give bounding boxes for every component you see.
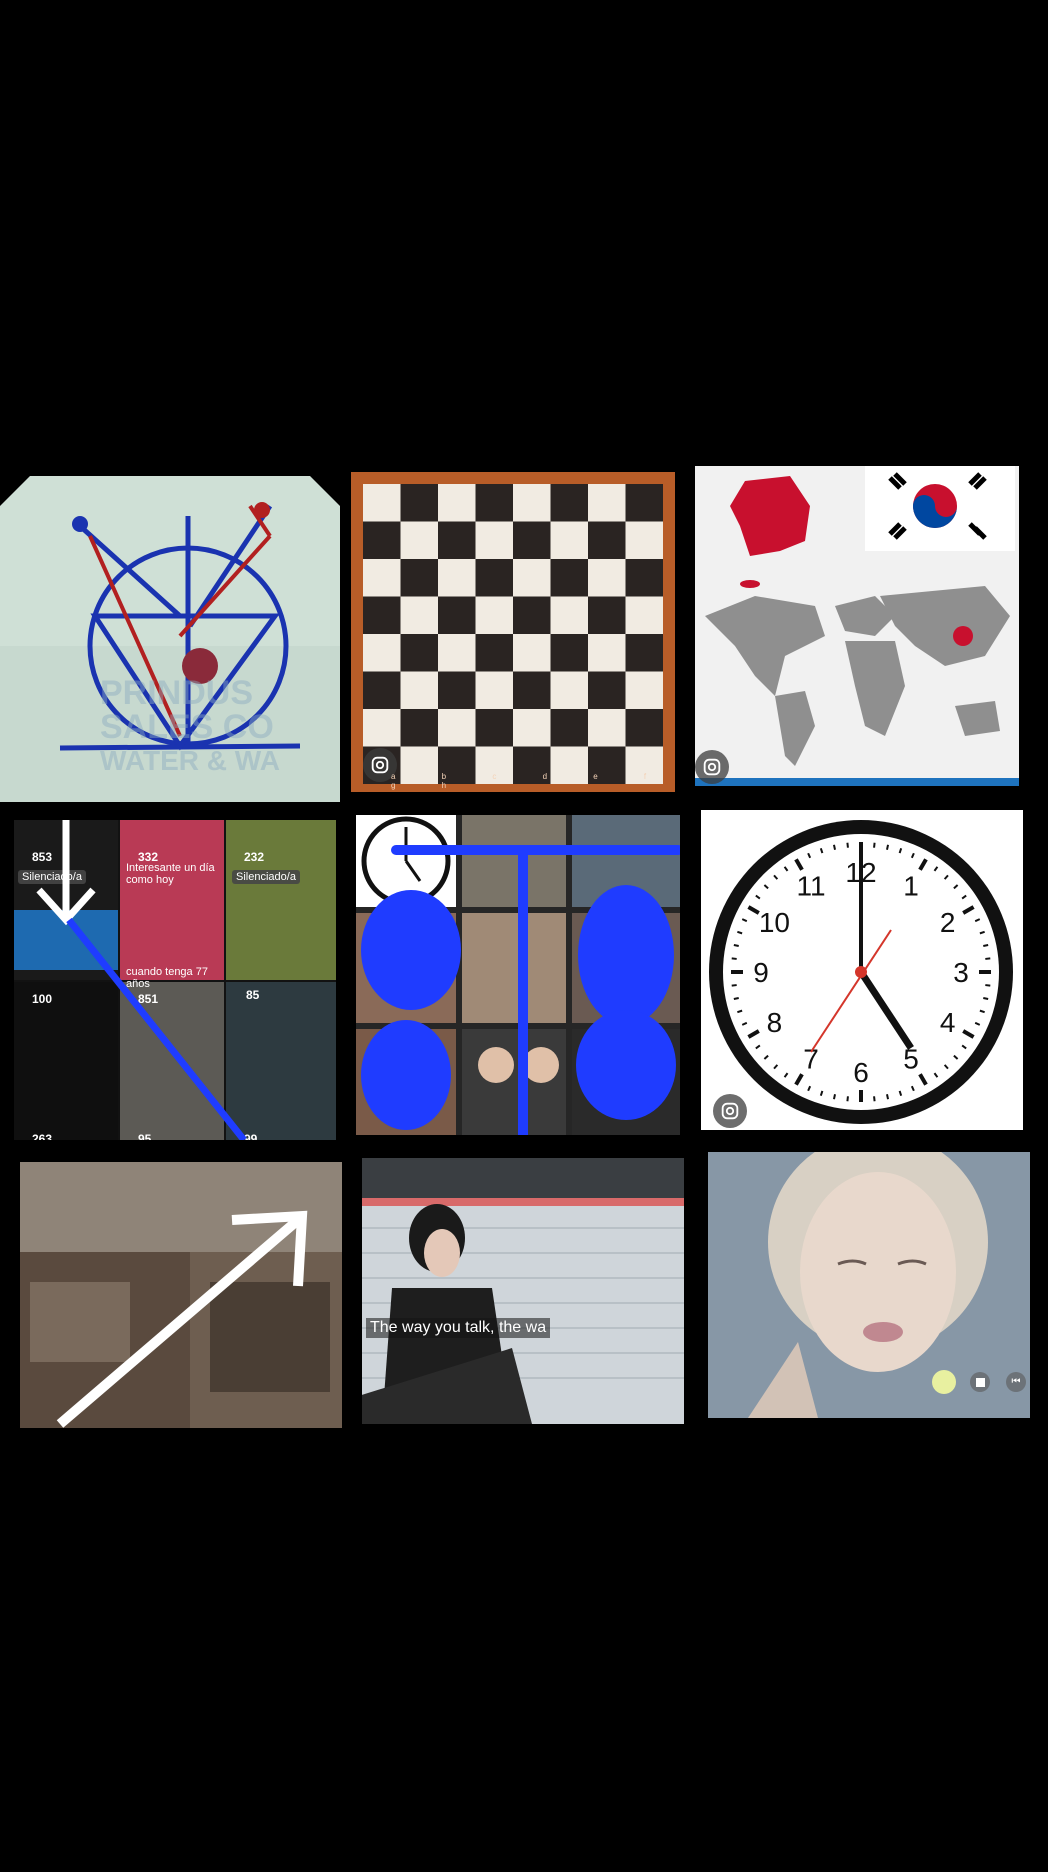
dark-square	[625, 484, 663, 522]
dark-square	[475, 559, 513, 597]
dark-square	[438, 596, 476, 634]
dark-square	[438, 671, 476, 709]
dark-square	[588, 521, 626, 559]
dark-square	[363, 671, 401, 709]
street-photo-image	[20, 1162, 342, 1428]
collage-image	[356, 815, 680, 1135]
tile-korea-map[interactable]	[695, 466, 1019, 786]
dark-square	[625, 559, 663, 597]
lens-icon[interactable]	[713, 1094, 747, 1128]
file-labels: a b c d e f g h	[391, 772, 669, 790]
clock-number: 1	[903, 870, 919, 901]
tile-wall-clock[interactable]: 121234567891011	[701, 810, 1023, 1130]
subtitle: The way you talk, the wa	[366, 1318, 551, 1338]
clock-number: 2	[940, 907, 956, 938]
dark-square	[588, 671, 626, 709]
dark-square	[550, 559, 588, 597]
dark-square	[550, 484, 588, 522]
chessboard-image	[363, 484, 663, 784]
tile-video-frame[interactable]: The way you talk, the wa	[362, 1158, 684, 1424]
dark-square	[400, 484, 438, 522]
watermark-line-3: WATER & WA	[100, 745, 280, 776]
dark-square	[438, 521, 476, 559]
dark-square	[513, 521, 551, 559]
tile-street-photo[interactable]	[20, 1162, 342, 1428]
tile-symbol-drawing[interactable]: PRINDUS SALES CO WATER & WA	[0, 476, 340, 802]
clock-number: 3	[953, 957, 969, 988]
dark-square	[363, 521, 401, 559]
previous-icon[interactable]: ⏮	[1006, 1372, 1026, 1392]
dark-square	[550, 634, 588, 672]
tile-portrait[interactable]: ⏮	[708, 1152, 1030, 1418]
clock-number: 9	[753, 957, 769, 988]
dark-square	[400, 634, 438, 672]
clock-number: 8	[767, 1007, 783, 1038]
dark-square	[588, 596, 626, 634]
clock-face: 121234567891011	[709, 820, 1013, 1124]
annotation-overlay	[36, 820, 247, 1140]
korea-shape	[730, 476, 810, 556]
dark-square	[400, 709, 438, 747]
clock-number: 10	[759, 907, 790, 938]
watermark-line-2: SALES CO	[100, 708, 274, 746]
clock-number: 6	[853, 1057, 869, 1088]
dark-square	[625, 634, 663, 672]
korea-map-image	[695, 466, 1019, 786]
dark-square	[363, 596, 401, 634]
dark-square	[513, 596, 551, 634]
dark-square	[513, 671, 551, 709]
dark-square	[475, 709, 513, 747]
dark-square	[400, 559, 438, 597]
dark-square	[550, 709, 588, 747]
tile-image-search-collage[interactable]	[356, 815, 680, 1135]
clock-number: 11	[796, 870, 825, 901]
video-frame-image	[362, 1158, 684, 1424]
clock-number: 4	[940, 1007, 956, 1038]
clock-number: 5	[903, 1044, 919, 1075]
dark-square	[475, 634, 513, 672]
lens-icon[interactable]	[695, 750, 729, 784]
tile-tiktok-grid[interactable]: 853 332 232 100 851 263 95 99 Silenciado…	[14, 820, 336, 1140]
overlay-watermark: PRINDUS SALES CO WATER & WA	[100, 676, 280, 778]
dark-square	[625, 709, 663, 747]
stop-button[interactable]	[970, 1372, 990, 1392]
dark-square	[475, 484, 513, 522]
clock-number: 7	[803, 1044, 819, 1075]
tile-chessboard[interactable]: a b c d e f g h	[351, 472, 675, 792]
watermark-line-1: PRINDUS	[100, 674, 254, 712]
record-button[interactable]	[932, 1370, 956, 1394]
